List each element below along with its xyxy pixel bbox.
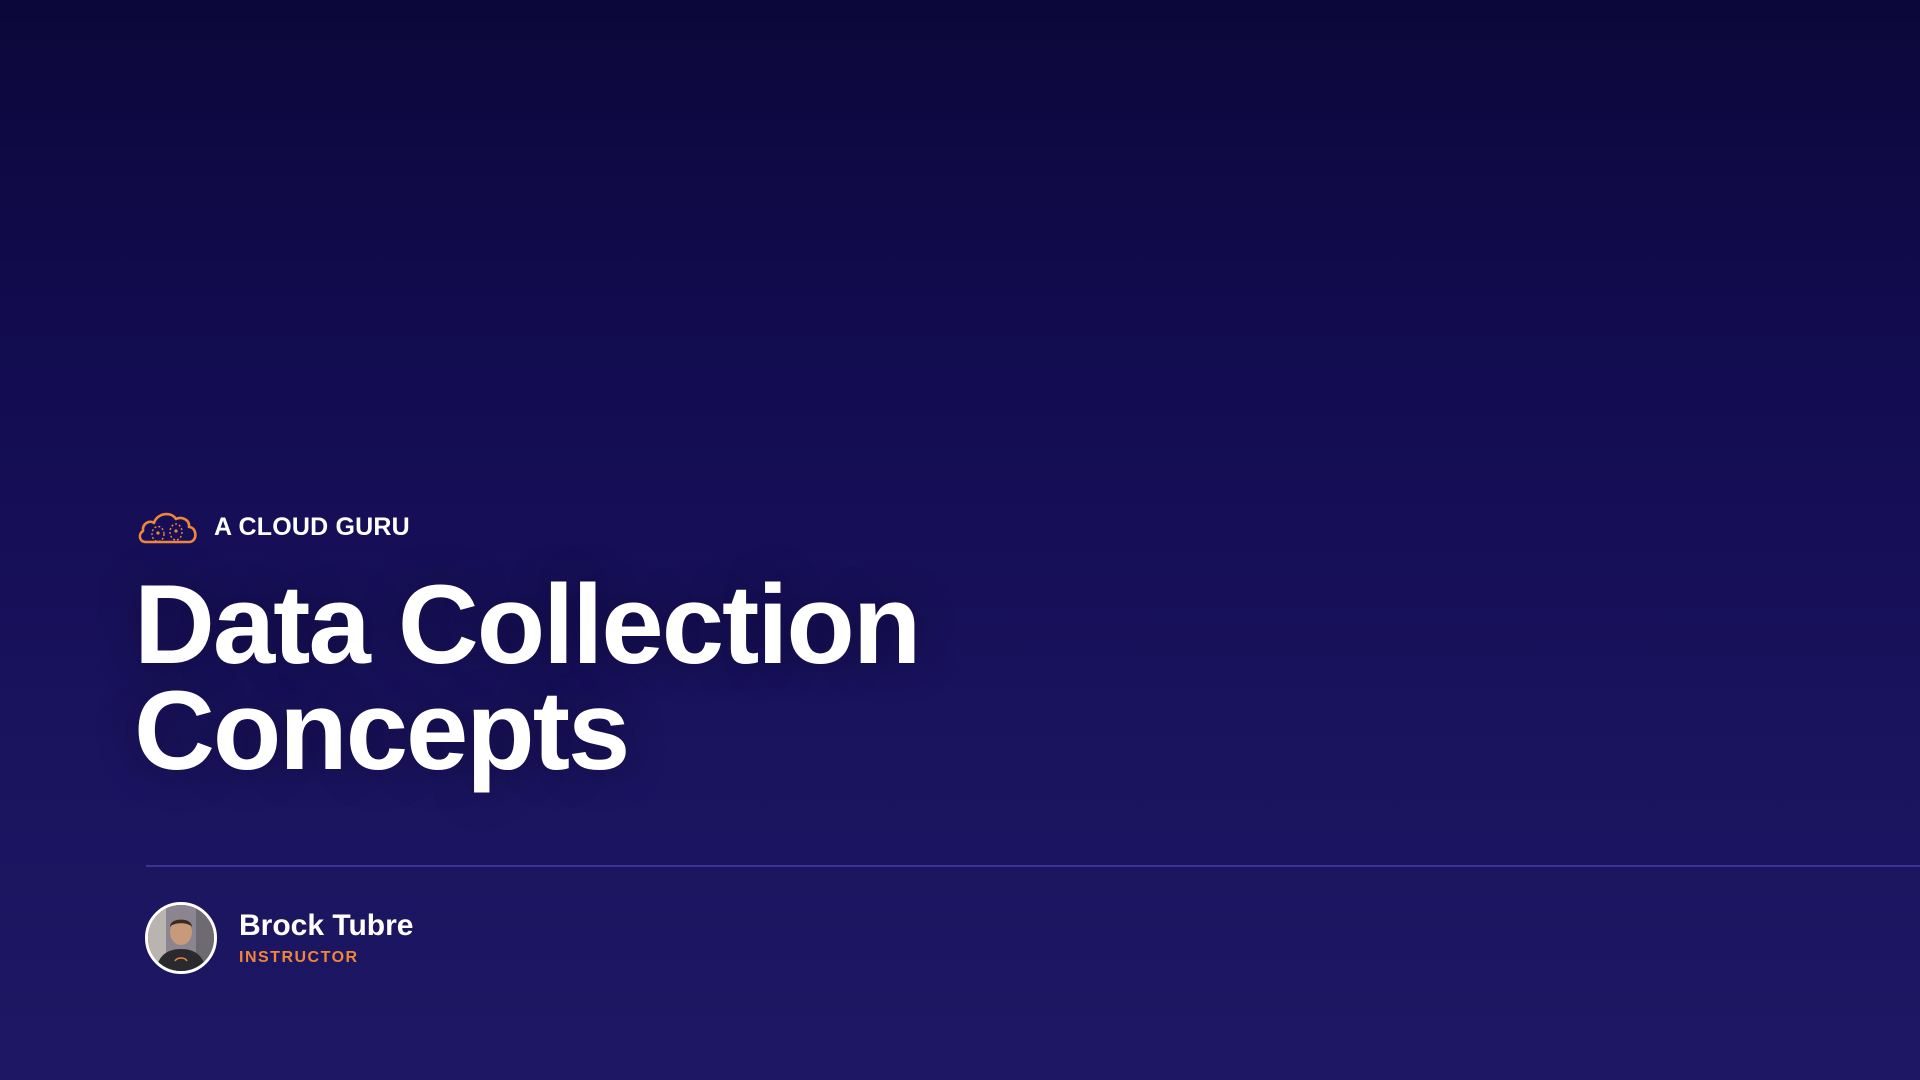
presenter-name: Brock Tubre	[239, 909, 414, 942]
divider	[146, 865, 1920, 867]
slide-title: Data Collection Concepts	[134, 562, 921, 793]
presenter-card: Brock Tubre INSTRUCTOR	[145, 902, 413, 974]
brand-name: A CLOUD GURU	[214, 512, 410, 541]
slide-title-line-1: Data Collection	[134, 562, 921, 687]
slide-title-line-2: Concepts	[134, 668, 630, 793]
presenter-role: INSTRUCTOR	[239, 949, 359, 966]
instructor-avatar	[145, 902, 217, 974]
cloud-guru-logo-icon	[136, 508, 200, 546]
brand-logo: A CLOUD GURU	[136, 508, 410, 546]
